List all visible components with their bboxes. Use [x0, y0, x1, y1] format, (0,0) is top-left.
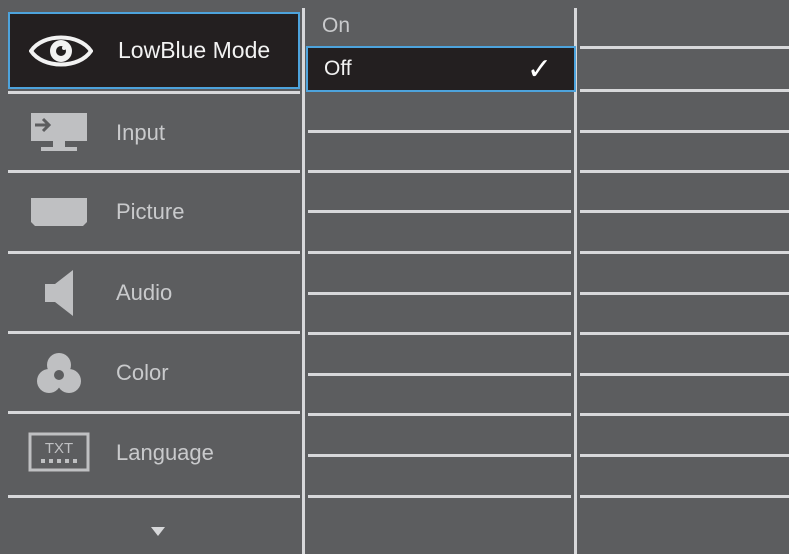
menu-item-color[interactable]: Color	[8, 334, 300, 411]
picture-screen-icon	[24, 187, 94, 237]
menu-item-lowblue-mode[interactable]: LowBlue Mode	[8, 12, 300, 89]
empty-row-line	[308, 210, 571, 213]
menu-item-label: Picture	[116, 198, 185, 224]
menu-item-language[interactable]: TXT Language	[8, 414, 300, 491]
empty-row-line	[580, 332, 789, 335]
eye-icon	[26, 26, 96, 76]
empty-row-line	[308, 373, 571, 376]
empty-row-line	[308, 130, 571, 133]
menu-item-label: Input	[116, 119, 165, 145]
svg-text:TXT: TXT	[45, 440, 73, 457]
option-on[interactable]: On	[306, 8, 576, 44]
input-monitor-icon	[24, 108, 94, 158]
chevron-down-icon[interactable]	[151, 527, 165, 536]
menu-item-label: LowBlue Mode	[118, 37, 271, 63]
divider	[8, 495, 300, 498]
empty-row-line	[308, 332, 571, 335]
menu-item-label: Audio	[116, 279, 173, 305]
empty-row-line	[580, 251, 789, 254]
empty-row-line	[580, 46, 789, 49]
osd-menu: LowBlue Mode Input Picture Audio Color T…	[0, 0, 789, 554]
menu-item-picture[interactable]: Picture	[8, 173, 300, 250]
empty-row-line	[308, 251, 571, 254]
empty-row-line	[580, 170, 789, 173]
option-off[interactable]: Off ✓	[306, 46, 576, 92]
checkmark-icon: ✓	[526, 53, 552, 86]
menu-item-audio[interactable]: Audio	[8, 254, 300, 331]
menu-item-label: Language	[116, 439, 214, 465]
empty-row-line	[580, 454, 789, 457]
speaker-icon	[24, 268, 94, 318]
empty-row-line	[580, 89, 789, 92]
menu-item-input[interactable]: Input	[8, 94, 300, 171]
empty-row-line	[308, 495, 571, 498]
empty-row-line	[308, 292, 571, 295]
empty-row-line	[580, 130, 789, 133]
empty-row-line	[308, 454, 571, 457]
option-label: Off	[324, 57, 352, 80]
txt-language-icon: TXT	[24, 428, 94, 478]
empty-row-line	[580, 210, 789, 213]
empty-row-line	[308, 413, 571, 416]
color-circles-icon	[24, 348, 94, 398]
menu-item-label: Color	[116, 359, 169, 385]
empty-row-line	[580, 292, 789, 295]
option-label: On	[322, 14, 351, 37]
empty-row-line	[580, 495, 789, 498]
column-divider	[302, 8, 305, 554]
empty-row-line	[308, 170, 571, 173]
empty-row-line	[580, 413, 789, 416]
empty-row-line	[580, 373, 789, 376]
